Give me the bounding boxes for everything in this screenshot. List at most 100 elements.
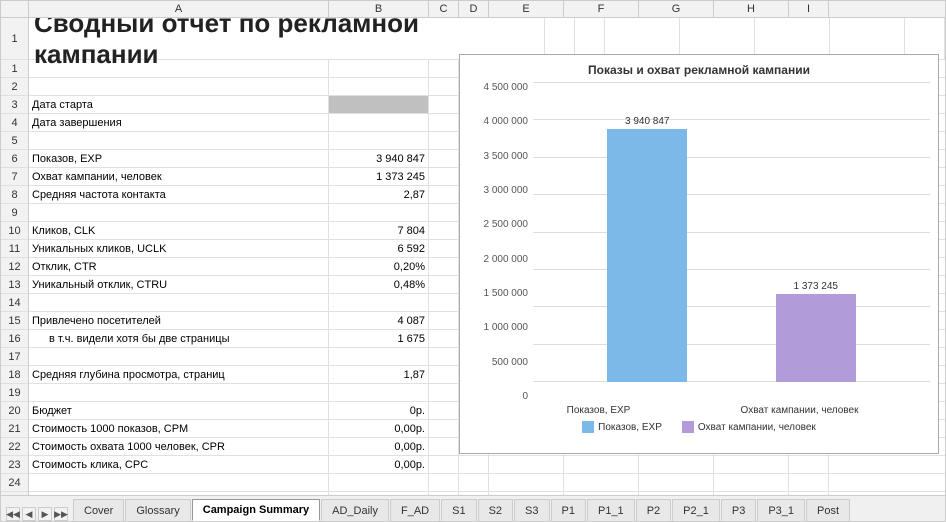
- tab-nav-last[interactable]: ▶▶: [54, 507, 68, 521]
- cell-a-15[interactable]: Привлечено посетителей: [29, 312, 329, 329]
- tab-nav-prev[interactable]: ◀: [22, 507, 36, 521]
- cell-c-11[interactable]: [429, 240, 459, 257]
- cell-h-23[interactable]: [714, 456, 789, 473]
- cell-b-21[interactable]: 0,00р.: [329, 420, 429, 437]
- tab-s2[interactable]: S2: [478, 499, 513, 521]
- cell-a-17[interactable]: [29, 348, 329, 365]
- tab-cover[interactable]: Cover: [73, 499, 124, 521]
- cell-c-3[interactable]: [429, 96, 459, 113]
- cell-b-15[interactable]: 4 087: [329, 312, 429, 329]
- cell-c-6[interactable]: [429, 150, 459, 167]
- cell-g1[interactable]: [755, 18, 830, 59]
- tab-p3[interactable]: P3: [721, 499, 756, 521]
- cell-b-3[interactable]: [329, 96, 429, 113]
- cell-d-24[interactable]: [459, 474, 489, 491]
- cell-b-23[interactable]: 0,00р.: [329, 456, 429, 473]
- cell-a-19[interactable]: [29, 384, 329, 401]
- cell-a-13[interactable]: Уникальный отклик, CTRU: [29, 276, 329, 293]
- cell-c-15[interactable]: [429, 312, 459, 329]
- cell-h1[interactable]: [830, 18, 905, 59]
- cell-b-14[interactable]: [329, 294, 429, 311]
- cell-b-17[interactable]: [329, 348, 429, 365]
- cell-c-16[interactable]: [429, 330, 459, 347]
- cell-c-9[interactable]: [429, 204, 459, 221]
- cell-e-23[interactable]: [489, 456, 564, 473]
- cell-a-4[interactable]: Дата завершения: [29, 114, 329, 131]
- cell-c-14[interactable]: [429, 294, 459, 311]
- tab-nav-next[interactable]: ▶: [38, 507, 52, 521]
- cell-g-24[interactable]: [639, 474, 714, 491]
- tab-s3[interactable]: S3: [514, 499, 549, 521]
- cell-a-23[interactable]: Стоимость клика, CPC: [29, 456, 329, 473]
- cell-c-18[interactable]: [429, 366, 459, 383]
- cell-b-16[interactable]: 1 675: [329, 330, 429, 347]
- cell-b-6[interactable]: 3 940 847: [329, 150, 429, 167]
- cell-a-2[interactable]: [29, 78, 329, 95]
- cell-c-22[interactable]: [429, 438, 459, 455]
- cell-d1[interactable]: [575, 18, 605, 59]
- tab-p1[interactable]: P1: [551, 499, 586, 521]
- tab-p1_1[interactable]: P1_1: [587, 499, 635, 521]
- cell-f1[interactable]: [680, 18, 755, 59]
- cell-a-10[interactable]: Кликов, CLK: [29, 222, 329, 239]
- cell-a-9[interactable]: [29, 204, 329, 221]
- cell-a-24[interactable]: [29, 474, 329, 491]
- cell-f-24[interactable]: [564, 474, 639, 491]
- cell-c-21[interactable]: [429, 420, 459, 437]
- cell-a-11[interactable]: Уникальных кликов, UCLK: [29, 240, 329, 257]
- cell-b-20[interactable]: 0р.: [329, 402, 429, 419]
- cell-b-19[interactable]: [329, 384, 429, 401]
- cell-a-16[interactable]: в т.ч. видели хотя бы две страницы: [29, 330, 329, 347]
- cell-b-12[interactable]: 0,20%: [329, 258, 429, 275]
- tab-post[interactable]: Post: [806, 499, 850, 521]
- cell-i-25[interactable]: [789, 492, 829, 495]
- cell-h-24[interactable]: [714, 474, 789, 491]
- cell-c-13[interactable]: [429, 276, 459, 293]
- cell-b-1[interactable]: [329, 60, 429, 77]
- cell-b1[interactable]: [445, 18, 545, 59]
- cell-c-2[interactable]: [429, 78, 459, 95]
- cell-e-24[interactable]: [489, 474, 564, 491]
- tab-p2_1[interactable]: P2_1: [672, 499, 720, 521]
- cell-a-1[interactable]: [29, 60, 329, 77]
- cell-c-4[interactable]: [429, 114, 459, 131]
- cell-b-11[interactable]: 6 592: [329, 240, 429, 257]
- tab-ad_daily[interactable]: AD_Daily: [321, 499, 389, 521]
- cell-b-18[interactable]: 1,87: [329, 366, 429, 383]
- cell-a-6[interactable]: Показов, EXP: [29, 150, 329, 167]
- cell-c-20[interactable]: [429, 402, 459, 419]
- cell-c-8[interactable]: [429, 186, 459, 203]
- cell-e-25[interactable]: [489, 492, 564, 495]
- cell-b-8[interactable]: 2,87: [329, 186, 429, 203]
- cell-i-23[interactable]: [789, 456, 829, 473]
- cell-c1[interactable]: [545, 18, 575, 59]
- tab-p3_1[interactable]: P3_1: [757, 499, 805, 521]
- tab-p2[interactable]: P2: [636, 499, 671, 521]
- cell-d-23[interactable]: [459, 456, 489, 473]
- cell-b-7[interactable]: 1 373 245: [329, 168, 429, 185]
- cell-g-25[interactable]: [639, 492, 714, 495]
- cell-c-17[interactable]: [429, 348, 459, 365]
- cell-b-2[interactable]: [329, 78, 429, 95]
- cell-c-23[interactable]: [429, 456, 459, 473]
- cell-a-18[interactable]: Средняя глубина просмотра, страниц: [29, 366, 329, 383]
- cell-f-23[interactable]: [564, 456, 639, 473]
- cell-b-24[interactable]: [329, 474, 429, 491]
- cell-b-10[interactable]: 7 804: [329, 222, 429, 239]
- cell-c-19[interactable]: [429, 384, 459, 401]
- cell-c-1[interactable]: [429, 60, 459, 77]
- cell-c-10[interactable]: [429, 222, 459, 239]
- cell-a-21[interactable]: Стоимость 1000 показов, CPM: [29, 420, 329, 437]
- cell-a-20[interactable]: Бюджет: [29, 402, 329, 419]
- cell-g-23[interactable]: [639, 456, 714, 473]
- cell-a-14[interactable]: [29, 294, 329, 311]
- cell-b-9[interactable]: [329, 204, 429, 221]
- tab-f_ad[interactable]: F_AD: [390, 499, 440, 521]
- cell-c-7[interactable]: [429, 168, 459, 185]
- cell-a-25[interactable]: Стоимость привлечения посетителя, CPV: [29, 492, 329, 495]
- cell-c-5[interactable]: [429, 132, 459, 149]
- cell-c-25[interactable]: [429, 492, 459, 495]
- cell-a-7[interactable]: Охват кампании, человек: [29, 168, 329, 185]
- cell-h-25[interactable]: [714, 492, 789, 495]
- tab-nav-first[interactable]: ◀◀: [6, 507, 20, 521]
